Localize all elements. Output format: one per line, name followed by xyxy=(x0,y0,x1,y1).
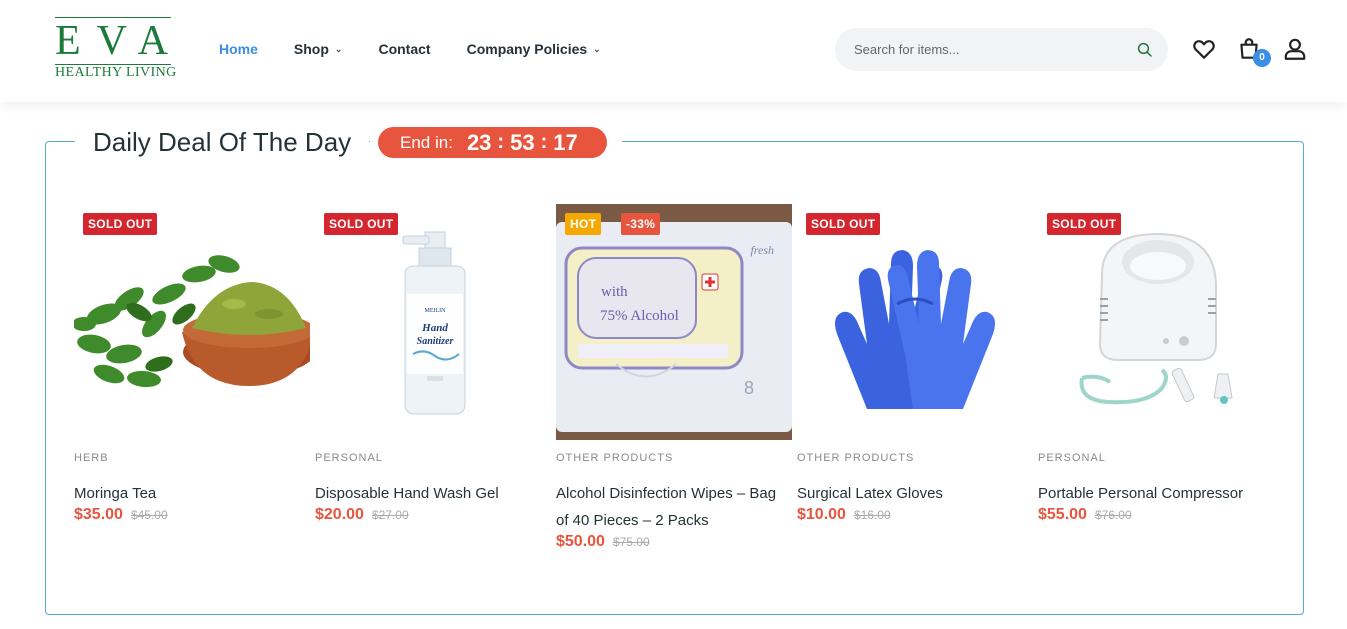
original-price: $75.00 xyxy=(612,535,650,549)
search-icon[interactable] xyxy=(1136,41,1154,59)
cart-count-badge: 0 xyxy=(1253,49,1271,67)
product-category[interactable]: OTHER PRODUCTS xyxy=(797,452,914,464)
sold-out-badge: SOLD OUT xyxy=(806,213,881,235)
product-name[interactable]: Disposable Hand Wash Gel xyxy=(315,480,551,507)
original-price: $76.00 xyxy=(1094,508,1132,522)
product-image[interactable]: fresh with 75% Alcohol 8 HOT -33% xyxy=(556,204,792,440)
chevron-down-icon: ⌄ xyxy=(334,43,343,54)
logo-wordmark: EVA xyxy=(55,17,184,65)
logo-tagline: HEALTHY LIVING xyxy=(55,65,177,80)
svg-text:8: 8 xyxy=(744,378,754,398)
sale-price: $20.00 xyxy=(315,506,364,523)
user-icon[interactable] xyxy=(1282,36,1308,62)
hand-sanitizer-image: MEILIN Hand Sanitizer xyxy=(402,231,466,415)
product-category[interactable]: OTHER PRODUCTS xyxy=(556,452,673,464)
countdown-timer: End in: 23 : 53 : 17 xyxy=(378,127,607,158)
hot-badge: HOT xyxy=(565,213,602,235)
chevron-down-icon: ⌄ xyxy=(593,43,601,54)
heart-icon[interactable] xyxy=(1191,36,1217,62)
product-price: $20.00 $27.00 xyxy=(315,506,409,524)
countdown-separator: : xyxy=(497,131,505,153)
svg-text:75% Alcohol: 75% Alcohol xyxy=(600,308,679,324)
product-category[interactable]: PERSONAL xyxy=(1038,452,1106,464)
product-category[interactable]: PERSONAL xyxy=(315,452,383,464)
sold-out-badge: SOLD OUT xyxy=(324,213,399,235)
countdown-hours: 23 xyxy=(466,129,492,155)
svg-text:Hand: Hand xyxy=(421,322,448,334)
product-price: $50.00 $75.00 xyxy=(556,533,650,551)
search-input[interactable] xyxy=(854,28,1124,71)
countdown-label: End in: xyxy=(400,132,453,152)
original-price: $27.00 xyxy=(371,508,409,522)
svg-text:with: with xyxy=(601,284,628,300)
logo[interactable]: EVA HEALTHY LIVING xyxy=(55,17,184,81)
product-price: $35.00 $45.00 xyxy=(74,506,168,524)
sale-price: $55.00 xyxy=(1038,506,1087,523)
product-image[interactable]: SOLD OUT xyxy=(74,204,310,440)
latex-gloves-image xyxy=(835,250,995,409)
sale-price: $10.00 xyxy=(797,506,846,523)
product-image[interactable]: SOLD OUT xyxy=(797,204,1033,440)
product-name[interactable]: Portable Personal Compressor xyxy=(1038,480,1274,507)
product-image[interactable]: MEILIN Hand Sanitizer SOLD OUT xyxy=(315,204,551,440)
nav-shop[interactable]: Shop ⌄ xyxy=(294,41,343,57)
countdown-seconds: 17 xyxy=(553,129,578,155)
product-category[interactable]: HERB xyxy=(74,452,109,464)
moringa-image xyxy=(74,255,310,388)
nav-company-policies[interactable]: Company Policies ⌄ xyxy=(467,41,601,57)
countdown-minutes: 53 xyxy=(510,129,535,155)
sale-price: $50.00 xyxy=(556,533,605,550)
product-name[interactable]: Alcohol Disinfection Wipes – Bag of 40 P… xyxy=(556,480,792,534)
site-header: EVA HEALTHY LIVING Home Shop ⌄ Contact Co… xyxy=(0,0,1347,102)
product-image[interactable]: SOLD OUT xyxy=(1038,204,1274,440)
product-name[interactable]: Moringa Tea xyxy=(74,480,310,507)
original-price: $16.00 xyxy=(853,508,891,522)
svg-text:fresh: fresh xyxy=(750,243,774,257)
nav-contact[interactable]: Contact xyxy=(378,41,430,57)
main-nav: Home Shop ⌄ Contact Company Policies ⌄ xyxy=(219,41,637,57)
alcohol-wipes-image: fresh with 75% Alcohol 8 xyxy=(556,204,792,440)
nebulizer-compressor-image xyxy=(1079,232,1233,405)
search-bar xyxy=(835,28,1168,71)
product-price: $10.00 $16.00 xyxy=(797,506,891,524)
product-price: $55.00 $76.00 xyxy=(1038,506,1132,524)
discount-badge: -33% xyxy=(621,213,661,235)
countdown-separator: : xyxy=(540,131,548,153)
svg-text:MEILIN: MEILIN xyxy=(425,308,447,314)
sale-price: $35.00 xyxy=(74,506,123,523)
deal-title: Daily Deal Of The Day xyxy=(93,126,352,157)
svg-text:Sanitizer: Sanitizer xyxy=(417,336,454,347)
product-name[interactable]: Surgical Latex Gloves xyxy=(797,480,1033,507)
original-price: $45.00 xyxy=(130,508,168,522)
nav-home[interactable]: Home xyxy=(219,41,258,57)
deal-title-wrap: Daily Deal Of The Day xyxy=(75,122,370,162)
sold-out-badge: SOLD OUT xyxy=(1047,213,1122,235)
sold-out-badge: SOLD OUT xyxy=(83,213,158,235)
